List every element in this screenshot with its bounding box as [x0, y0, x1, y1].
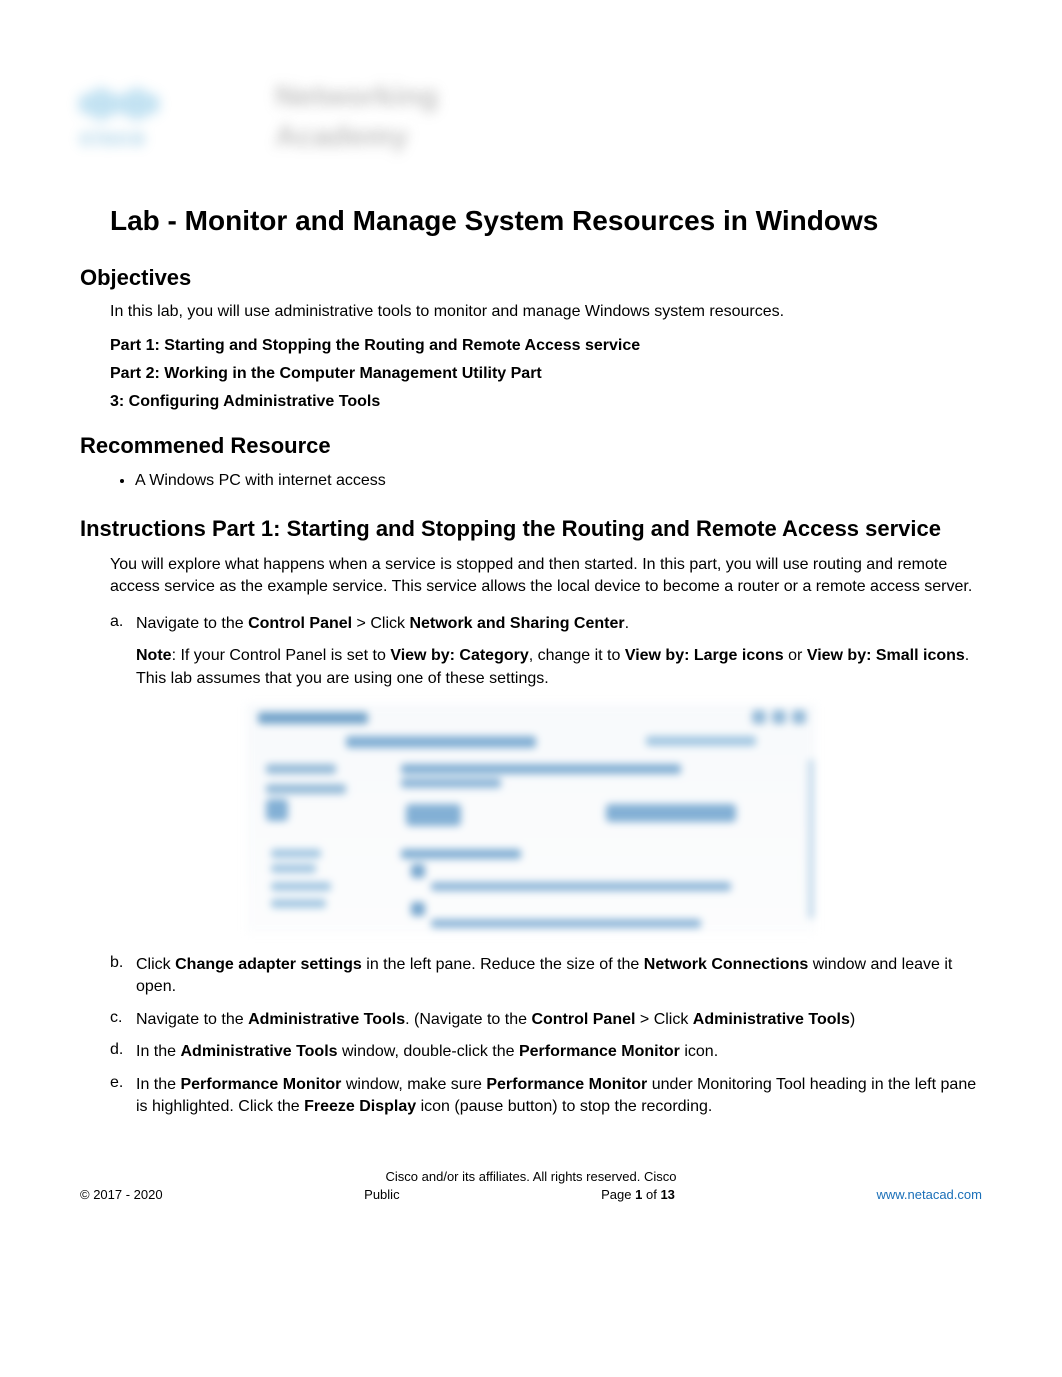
objectives-part3: 3: Configuring Administrative Tools [110, 393, 982, 411]
step-letter: b. [110, 954, 136, 999]
recommended-heading: Recommened Resource [80, 433, 982, 459]
logo-text-networking: Networking [275, 80, 438, 114]
logo: Networking Academy cisco [80, 75, 390, 175]
step-letter: a. [110, 613, 136, 635]
step-c: c. Navigate to the Administrative Tools.… [110, 1009, 982, 1031]
step-letter: c. [110, 1009, 136, 1031]
instructions-heading: Instructions Part 1: Starting and Stoppi… [80, 515, 982, 544]
logo-text-academy: Academy [275, 120, 408, 154]
step-letter: d. [110, 1041, 136, 1063]
page-title: Lab - Monitor and Manage System Resource… [110, 205, 982, 237]
step-b: b. Click Change adapter settings in the … [110, 954, 982, 999]
screenshot-network-sharing-center [246, 704, 816, 934]
step-a: a. Navigate to the Control Panel > Click… [110, 613, 982, 635]
recommended-item: A Windows PC with internet access [135, 469, 982, 493]
step-e-text: In the Performance Monitor window, make … [136, 1074, 982, 1119]
step-c-text: Navigate to the Administrative Tools. (N… [136, 1009, 982, 1031]
objectives-part1: Part 1: Starting and Stopping the Routin… [110, 337, 982, 355]
step-d: d. In the Administrative Tools window, d… [110, 1041, 982, 1063]
objectives-intro: In this lab, you will use administrative… [110, 301, 982, 323]
footer-classification: Public [364, 1187, 399, 1202]
logo-cisco-text: cisco [80, 125, 146, 151]
footer-link[interactable]: www.netacad.com [876, 1187, 982, 1202]
instructions-intro: You will explore what happens when a ser… [110, 554, 982, 599]
recommended-list: A Windows PC with internet access [135, 469, 982, 493]
page-footer: Cisco and/or its affiliates. All rights … [80, 1169, 982, 1202]
step-d-text: In the Administrative Tools window, doub… [136, 1041, 982, 1063]
note-block: Note: If your Control Panel is set to Vi… [136, 645, 982, 690]
footer-rights: Cisco and/or its affiliates. All rights … [80, 1169, 982, 1184]
step-e: e. In the Performance Monitor window, ma… [110, 1074, 982, 1119]
footer-page-number: Page 1 of 13 [601, 1187, 675, 1202]
step-a-text: Navigate to the Control Panel > Click Ne… [136, 613, 982, 635]
footer-copyright: © 2017 - 2020 [80, 1187, 163, 1202]
objectives-heading: Objectives [80, 265, 982, 291]
objectives-part2: Part 2: Working in the Computer Manageme… [110, 365, 982, 383]
step-letter: e. [110, 1074, 136, 1119]
step-b-text: Click Change adapter settings in the lef… [136, 954, 982, 999]
